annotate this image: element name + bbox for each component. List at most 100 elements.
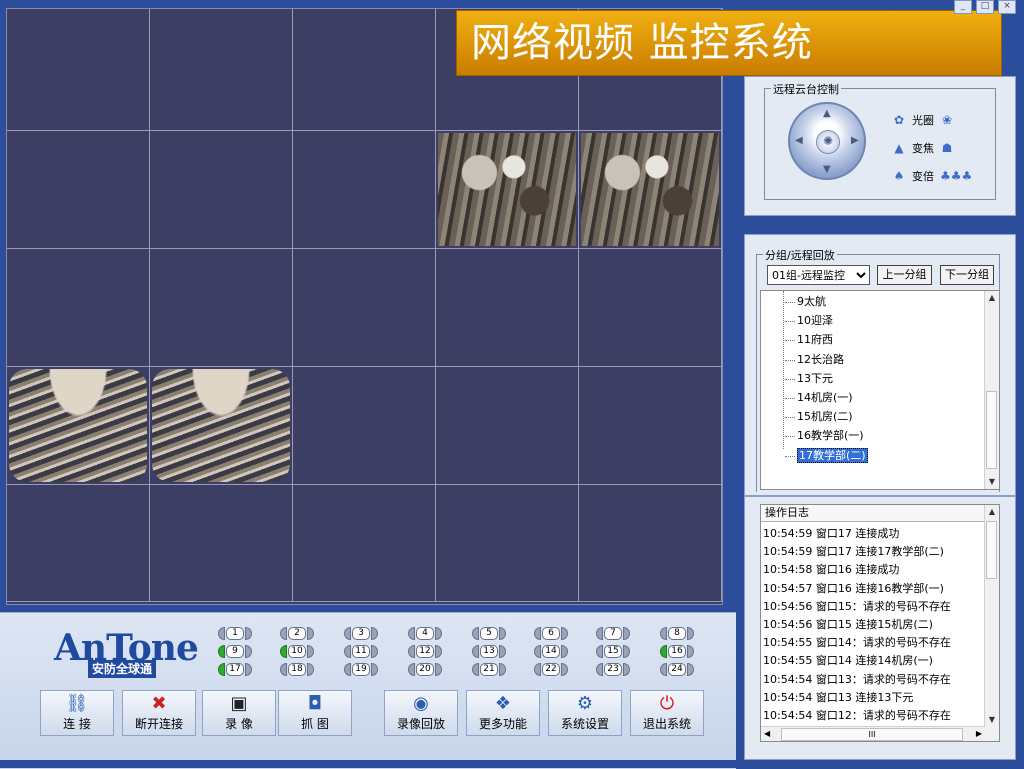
- video-cell-14[interactable]: [436, 249, 579, 367]
- log-scrollbar[interactable]: ▲ ▼: [984, 505, 999, 741]
- channel-button-16[interactable]: 16: [654, 644, 700, 659]
- toolbar-button-1[interactable]: ⛓ 连 接: [40, 690, 114, 736]
- channel-button-2[interactable]: 2: [274, 626, 320, 641]
- scroll-left-icon[interactable]: ◀: [764, 727, 770, 741]
- video-cell-23[interactable]: [293, 485, 436, 602]
- next-group-button[interactable]: 下一分组: [940, 265, 994, 285]
- channel-button-7[interactable]: 7: [590, 626, 636, 641]
- ptz-left-icon[interactable]: ◀: [795, 135, 803, 146]
- close-button[interactable]: ×: [998, 0, 1016, 14]
- iris-close-icon[interactable]: ✿: [892, 113, 906, 127]
- prev-group-button[interactable]: 上一分组: [877, 265, 932, 285]
- scroll-right-icon[interactable]: ▶: [976, 727, 982, 741]
- channel-button-13[interactable]: 13: [466, 644, 512, 659]
- scroll-up-icon[interactable]: ▲: [985, 505, 999, 519]
- ptz-right-icon[interactable]: ▶: [851, 135, 859, 146]
- channel-button-24[interactable]: 24: [654, 662, 700, 677]
- video-cell-20[interactable]: [579, 367, 722, 485]
- tree-item[interactable]: 16教学部(一): [785, 427, 864, 445]
- log-scroll-thumb[interactable]: [986, 521, 997, 579]
- tree-scrollbar[interactable]: ▲ ▼: [984, 291, 999, 489]
- zoom-out-icon[interactable]: ▲: [892, 141, 906, 155]
- tree-item[interactable]: 11府西: [785, 331, 833, 349]
- video-cell-16[interactable]: [7, 367, 150, 485]
- channel-button-8[interactable]: 8: [654, 626, 700, 641]
- tree-item-label: 15机房(二): [797, 410, 853, 424]
- channel-button-14[interactable]: 14: [528, 644, 574, 659]
- tree-item[interactable]: 13下元: [785, 370, 833, 388]
- tree-item[interactable]: 12长治路: [785, 351, 844, 369]
- channel-button-1[interactable]: 1: [212, 626, 258, 641]
- channel-button-23[interactable]: 23: [590, 662, 636, 677]
- video-cell-24[interactable]: [436, 485, 579, 602]
- channel-button-10[interactable]: 10: [274, 644, 320, 659]
- channel-button-6[interactable]: 6: [528, 626, 574, 641]
- channel-button-20[interactable]: 20: [402, 662, 448, 677]
- tree-item[interactable]: 14机房(一): [785, 389, 853, 407]
- iris-open-icon[interactable]: ❀: [940, 113, 954, 127]
- channel-button-9[interactable]: 9: [212, 644, 258, 659]
- tree-item[interactable]: 10迎泽: [785, 312, 833, 330]
- tree-item-label: 12长治路: [797, 352, 844, 366]
- video-cell-19[interactable]: [436, 367, 579, 485]
- scroll-down-icon[interactable]: ▼: [985, 713, 999, 727]
- channel-button-17[interactable]: 17: [212, 662, 258, 677]
- channel-button-11[interactable]: 11: [338, 644, 384, 659]
- tree-item[interactable]: 17教学部(二): [785, 447, 868, 465]
- ptz-down-icon[interactable]: ▼: [823, 164, 831, 175]
- scroll-down-icon[interactable]: ▼: [985, 475, 999, 489]
- focus-near-icon[interactable]: ♠: [892, 169, 906, 183]
- scroll-up-icon[interactable]: ▲: [985, 291, 999, 305]
- group-select[interactable]: 01组-远程监控: [767, 265, 870, 285]
- tree-item[interactable]: 9太航: [785, 293, 826, 311]
- toolbar-button-4[interactable]: ◘ 抓 图: [278, 690, 352, 736]
- toolbar-button-3[interactable]: ▣ 录 像: [202, 690, 276, 736]
- video-cell-21[interactable]: [7, 485, 150, 602]
- focus-far-icon[interactable]: ♣♣♣: [940, 169, 972, 183]
- channel-button-3[interactable]: 3: [338, 626, 384, 641]
- maximize-button[interactable]: □: [976, 0, 994, 14]
- ptz-center-icon[interactable]: ✺: [816, 130, 840, 154]
- video-cell-11[interactable]: [7, 249, 150, 367]
- channel-button-18[interactable]: 18: [274, 662, 320, 677]
- video-cell-1[interactable]: [7, 9, 150, 131]
- minimize-button[interactable]: _: [954, 0, 972, 14]
- video-cell-13[interactable]: [293, 249, 436, 367]
- video-cell-10[interactable]: [579, 131, 722, 249]
- log-hscrollbar[interactable]: ◀ III ▶: [761, 726, 985, 741]
- video-grid[interactable]: [6, 8, 723, 605]
- video-cell-25[interactable]: [579, 485, 722, 602]
- tree-scroll-thumb[interactable]: [986, 391, 997, 469]
- video-cell-15[interactable]: [579, 249, 722, 367]
- video-cell-8[interactable]: [293, 131, 436, 249]
- channel-button-21[interactable]: 21: [466, 662, 512, 677]
- toolbar-button-8[interactable]: ⏻ 退出系统: [630, 690, 704, 736]
- video-cell-18[interactable]: [293, 367, 436, 485]
- tree-item[interactable]: 15机房(二): [785, 408, 853, 426]
- video-cell-9[interactable]: [436, 131, 579, 249]
- channel-button-4[interactable]: 4: [402, 626, 448, 641]
- ptz-direction-pad[interactable]: ▲ ▼ ◀ ▶ ✺: [788, 102, 866, 180]
- channel-button-15[interactable]: 15: [590, 644, 636, 659]
- toolbar-button-7[interactable]: ⚙ 系统设置: [548, 690, 622, 736]
- video-cell-22[interactable]: [150, 485, 293, 602]
- video-cell-2[interactable]: [150, 9, 293, 131]
- toolbar-button-6[interactable]: ❖ 更多功能: [466, 690, 540, 736]
- toolbar-button-5[interactable]: ◉ 录像回放: [384, 690, 458, 736]
- channel-button-12[interactable]: 12: [402, 644, 448, 659]
- ptz-up-icon[interactable]: ▲: [823, 108, 831, 119]
- video-cell-12[interactable]: [150, 249, 293, 367]
- video-cell-3[interactable]: [293, 9, 436, 131]
- channel-button-5[interactable]: 5: [466, 626, 512, 641]
- video-cell-6[interactable]: [7, 131, 150, 249]
- site-tree[interactable]: ▲ ▼ 9太航 10迎泽 11府西 12长治路 13下元 14机房(一) 15机房(二) 16…: [760, 290, 1000, 490]
- video-cell-7[interactable]: [150, 131, 293, 249]
- channel-indicator: [218, 663, 225, 676]
- toolbar-button-2[interactable]: ✖ 断开连接: [122, 690, 196, 736]
- channel-cap: [307, 645, 314, 658]
- video-cell-17[interactable]: [150, 367, 293, 485]
- zoom-in-icon[interactable]: ☗: [940, 141, 954, 155]
- channel-button-22[interactable]: 22: [528, 662, 574, 677]
- hscroll-thumb[interactable]: III: [781, 728, 963, 741]
- channel-button-19[interactable]: 19: [338, 662, 384, 677]
